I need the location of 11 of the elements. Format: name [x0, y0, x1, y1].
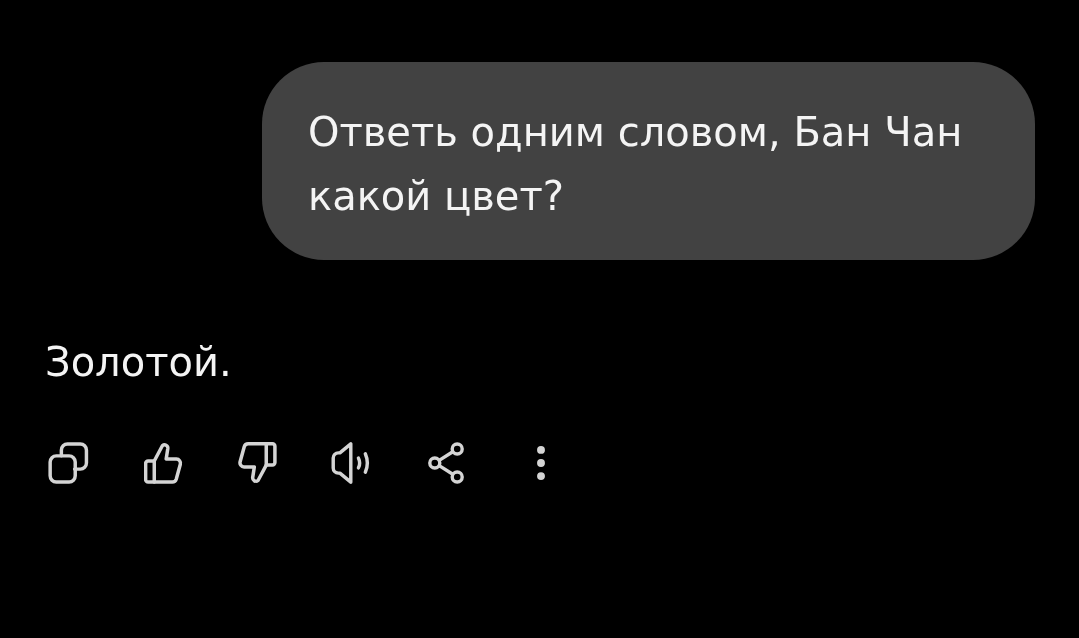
copy-button[interactable]: [47, 442, 90, 484]
like-button[interactable]: [144, 442, 183, 484]
share-icon: [428, 442, 464, 484]
dislike-button[interactable]: [237, 442, 277, 484]
copy-icon: [47, 442, 90, 484]
user-message-text: Ответь одним словом, Бан Чан какой цвет?: [308, 108, 964, 221]
share-button[interactable]: [428, 442, 464, 484]
thumbs-up-icon: [144, 442, 183, 484]
more-icon: [534, 445, 548, 481]
response-text: Золотой.: [45, 338, 232, 386]
thumbs-down-icon: [237, 442, 277, 484]
